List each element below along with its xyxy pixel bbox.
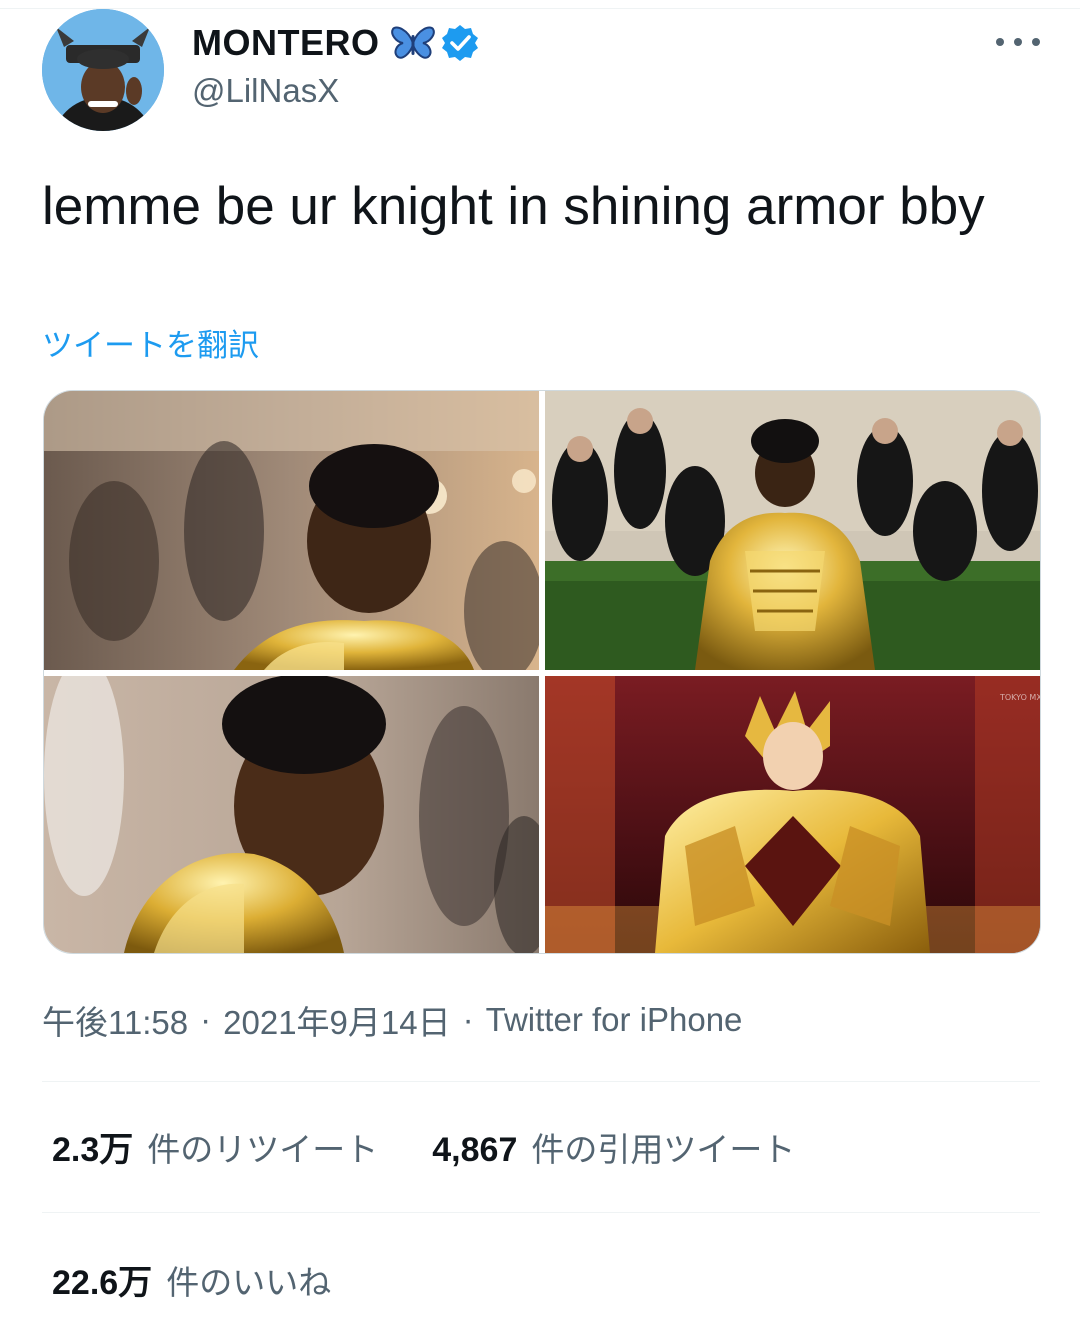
likes-stat[interactable]: 22.6万 件のいいね xyxy=(52,1255,331,1304)
stats-divider-bottom xyxy=(42,1212,1040,1213)
author-handle[interactable]: @LilNasX xyxy=(192,72,339,110)
more-dot xyxy=(996,38,1004,46)
likes-label: 件のいいね xyxy=(166,1264,332,1301)
retweets-stat[interactable]: 2.3万 件のリツイート xyxy=(52,1122,378,1171)
media-photo-2[interactable] xyxy=(545,391,1040,670)
likes-count: 22.6万 xyxy=(52,1264,153,1302)
likes-stats: 22.6万 件のいいね xyxy=(52,1255,331,1304)
media-photo-4[interactable]: TOKYO MX xyxy=(545,676,1040,953)
more-options-icon[interactable] xyxy=(996,28,1040,56)
author-display-name[interactable]: MONTERO xyxy=(192,22,380,64)
author-name-row[interactable]: MONTERO xyxy=(192,20,480,66)
tweet-source-link[interactable]: Twitter for iPhone xyxy=(486,1001,743,1039)
tweet-meta: 午後11:58 · 2021年9月14日 · Twitter for iPhon… xyxy=(42,996,742,1044)
quote-tweets-stat[interactable]: 4,867 件の引用ツイート xyxy=(432,1123,795,1171)
media-grid: TOKYO MX xyxy=(43,390,1041,954)
quote-tweets-label: 件の引用ツイート xyxy=(531,1131,796,1168)
stats-divider-top xyxy=(42,1081,1040,1082)
meta-separator: · xyxy=(200,1001,212,1038)
translate-tweet-link[interactable]: ツイートを翻訳 xyxy=(42,320,259,365)
more-dot xyxy=(1014,38,1022,46)
butterfly-icon xyxy=(390,23,436,63)
engagement-stats: 2.3万 件のリツイート 4,867 件の引用ツイート xyxy=(52,1122,795,1171)
media-photo-1[interactable] xyxy=(44,391,539,670)
media-watermark: TOKYO MX xyxy=(999,693,1040,702)
tweet-time[interactable]: 午後11:58 xyxy=(42,996,188,1044)
meta-separator: · xyxy=(462,1001,474,1038)
tweet-text: lemme be ur knight in shining armor bby xyxy=(42,177,985,236)
retweets-label: 件のリツイート xyxy=(147,1131,379,1168)
avatar-image xyxy=(42,9,164,131)
media-photo-3[interactable] xyxy=(44,676,539,953)
verified-badge-icon xyxy=(440,23,480,63)
more-dot xyxy=(1032,38,1040,46)
avatar[interactable] xyxy=(42,9,164,131)
top-divider xyxy=(0,0,1080,9)
tweet-date[interactable]: 2021年9月14日 xyxy=(223,996,450,1044)
retweets-count: 2.3万 xyxy=(52,1131,134,1169)
quote-tweets-count: 4,867 xyxy=(432,1131,518,1169)
